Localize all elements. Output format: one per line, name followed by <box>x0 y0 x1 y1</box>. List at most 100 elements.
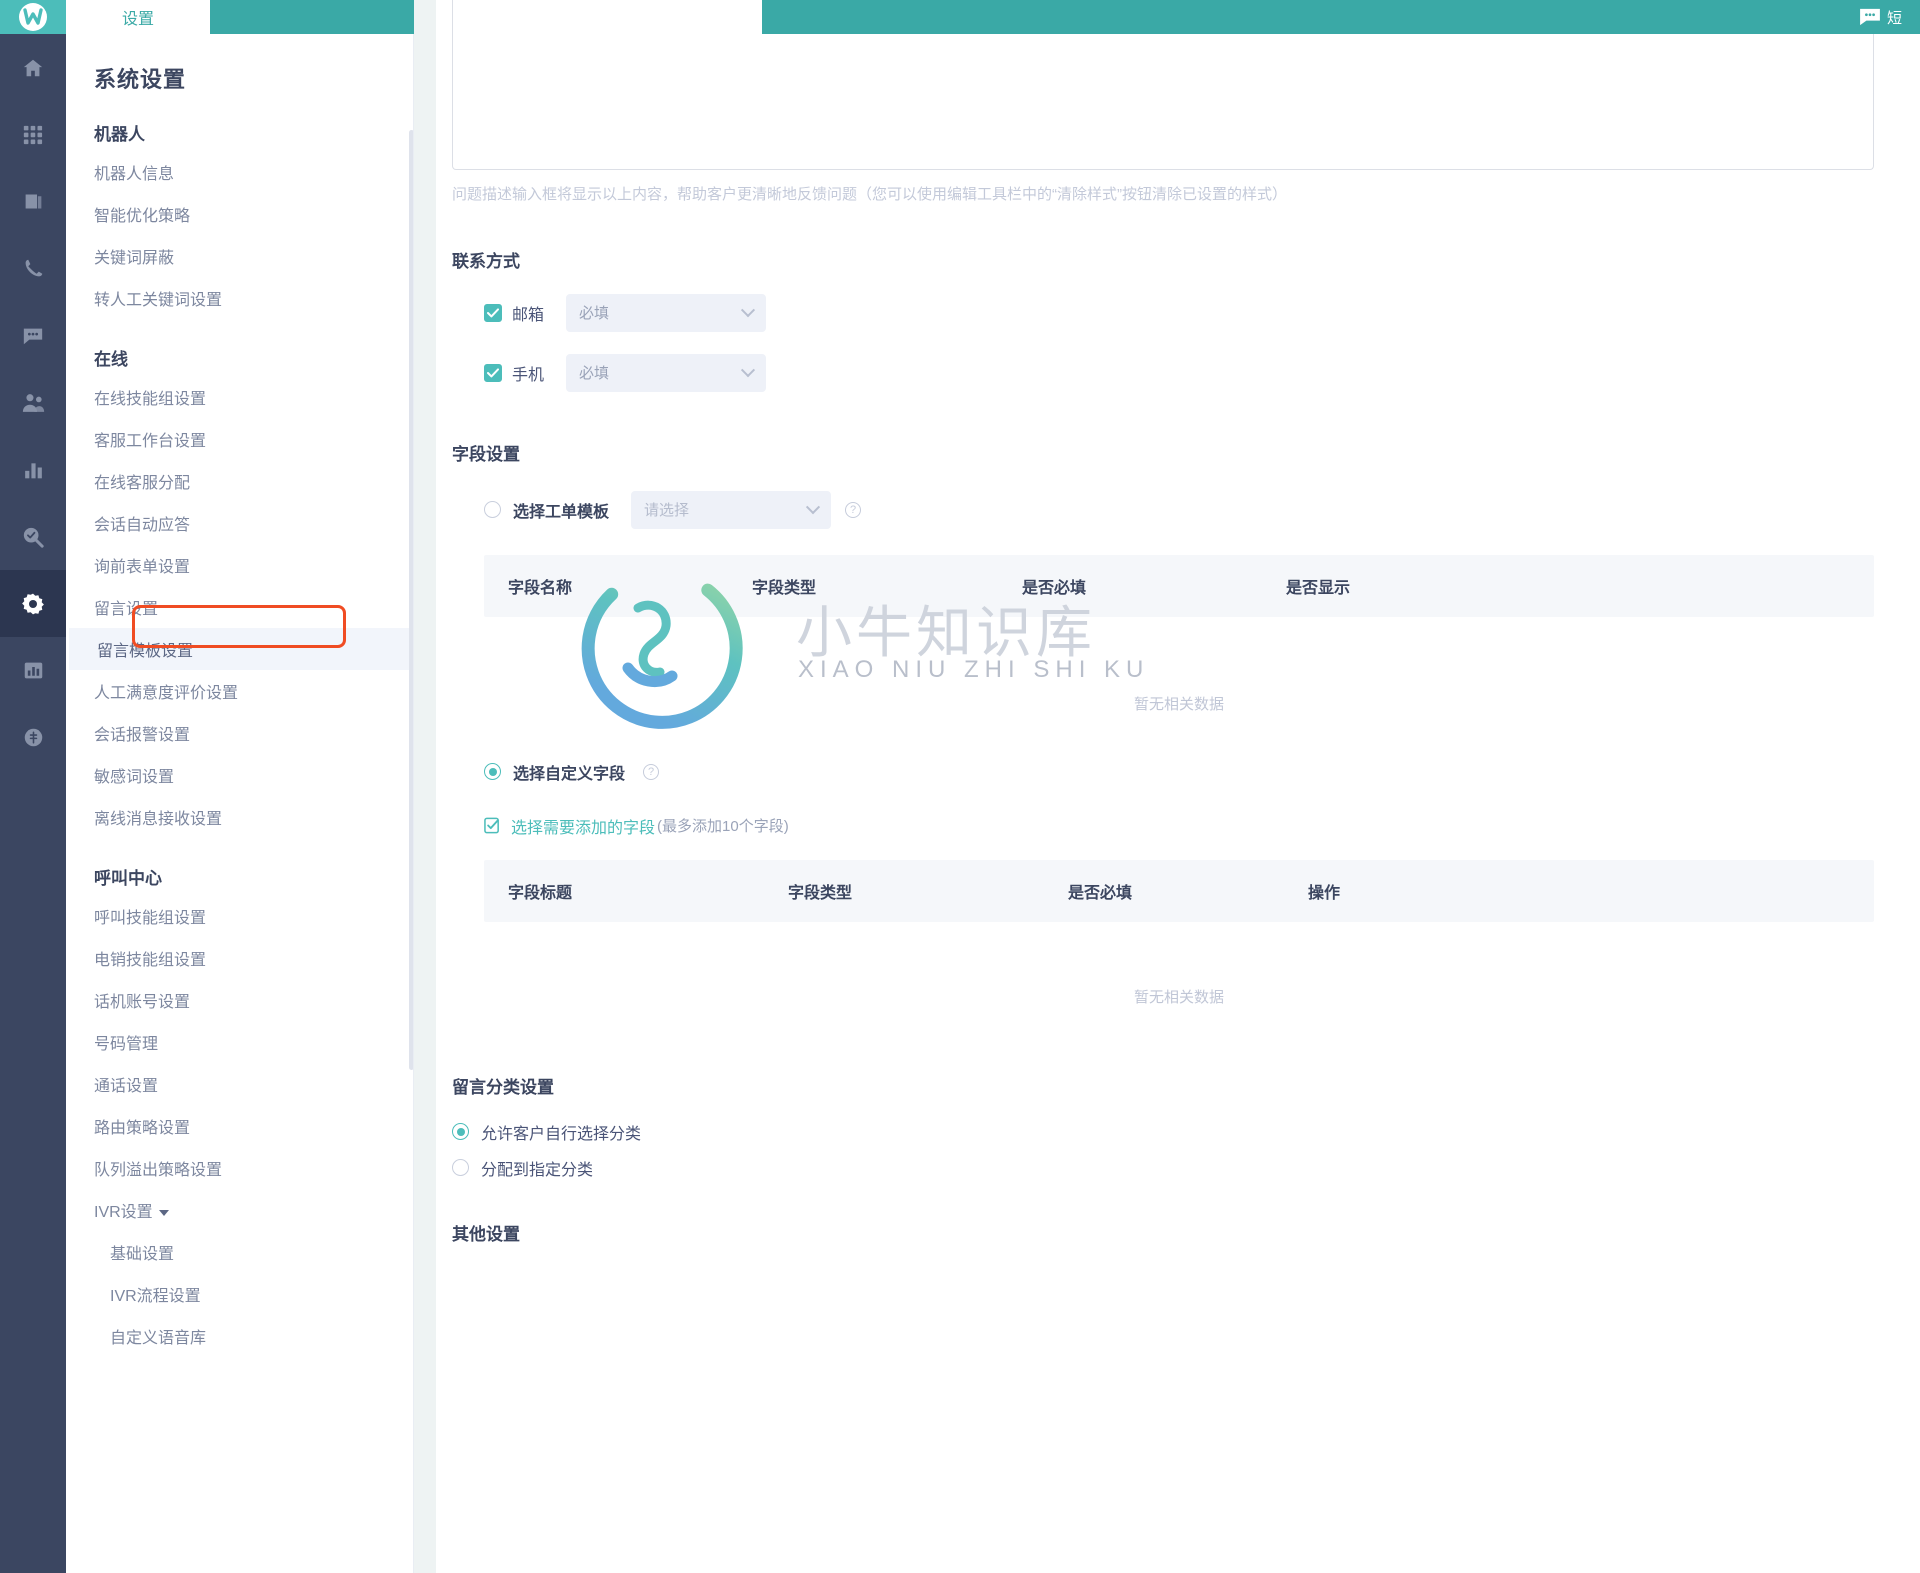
contact-row-email: 邮箱 必填 <box>484 293 1920 332</box>
rail-item-users[interactable] <box>0 369 66 436</box>
home-icon <box>22 57 44 79</box>
sidebar-item-sensitive-words[interactable]: 敏感词设置 <box>66 754 414 796</box>
rail-item-knowledge[interactable] <box>0 168 66 235</box>
rail-item-list <box>0 34 66 771</box>
column-header-required: 是否必填 <box>1022 579 1087 597</box>
sidebar-item-online-agent-assign[interactable]: 在线客服分配 <box>66 460 414 502</box>
add-fields-hint: (最多添加10个字段) <box>657 818 789 835</box>
other-settings-title: 其他设置 <box>452 1224 520 1244</box>
rail-item-call[interactable] <box>0 235 66 302</box>
sidebar-item-agent-workbench[interactable]: 客服工作台设置 <box>66 418 414 460</box>
form-content: 问题描述输入框将显示以上内容，帮助客户更清晰地反馈问题（您可以使用编辑工具栏中的… <box>436 0 1920 1245</box>
sidebar-item-phone-account[interactable]: 话机账号设置 <box>66 979 414 1021</box>
sidebar-item-smart-optimize[interactable]: 智能优化策略 <box>66 193 414 235</box>
page-title: 系统设置 <box>94 67 187 92</box>
category-radio-allow[interactable] <box>452 1123 469 1140</box>
custom-field-radio[interactable] <box>484 763 501 780</box>
sidebar-item-number-management[interactable]: 号码管理 <box>66 1021 414 1063</box>
question-mark-icon[interactable]: ? <box>643 763 660 780</box>
phone-checkbox[interactable] <box>484 363 502 382</box>
icon-rail <box>0 0 66 1573</box>
category-settings-title: 留言分类设置 <box>452 1077 554 1097</box>
rail-item-settings[interactable] <box>0 570 66 637</box>
rail-item-billing[interactable] <box>0 704 66 771</box>
chat-bubble-icon <box>1859 8 1881 26</box>
chevron-down-icon <box>158 1209 169 1216</box>
column-header-actions: 操作 <box>1308 884 1341 902</box>
question-mark-icon[interactable]: ? <box>845 501 862 518</box>
top-header-bar: 短 <box>762 0 1920 34</box>
users-icon <box>22 392 45 414</box>
phone-required-value: 必填 <box>579 365 610 382</box>
category-option-assign-specific[interactable]: 分配到指定分类 <box>452 1156 1920 1180</box>
sidebar-item-message-template-settings[interactable]: 留言模板设置 <box>66 628 414 670</box>
category-radio-assign[interactable] <box>452 1159 469 1176</box>
email-checkbox[interactable] <box>484 303 502 322</box>
sidebar-item-robot-info[interactable]: 机器人信息 <box>66 151 414 193</box>
phone-required-select[interactable]: 必填 <box>566 353 766 392</box>
nav-group-title-callcenter: 呼叫中心 <box>94 869 162 888</box>
sidebar-item-satisfaction-eval[interactable]: 人工满意度评价设置 <box>66 670 414 712</box>
tab-settings[interactable]: 设置 <box>66 0 210 34</box>
sidebar-item-offline-message[interactable]: 离线消息接收设置 <box>66 796 414 838</box>
category-option-allow-customer[interactable]: 允许客户自行选择分类 <box>452 1120 1920 1144</box>
column-header-field-title: 字段标题 <box>508 884 573 902</box>
sidebar-item-ivr-settings[interactable]: IVR设置 <box>66 1189 414 1231</box>
sidebar-item-auto-reply[interactable]: 会话自动应答 <box>66 502 414 544</box>
sidebar-item-call-skill-group[interactable]: 呼叫技能组设置 <box>66 895 414 937</box>
checklist-icon <box>484 817 501 834</box>
email-required-select[interactable]: 必填 <box>566 293 766 332</box>
rail-item-dashboard[interactable] <box>0 637 66 704</box>
coin-icon <box>23 727 44 748</box>
rail-item-apps[interactable] <box>0 101 66 168</box>
custom-fields-table: 字段标题 字段类型 是否必填 操作 暂无相关数据 <box>484 859 1874 1007</box>
nav-group-title-online: 在线 <box>94 350 128 369</box>
template-radio[interactable] <box>484 501 501 518</box>
column-header-field-name: 字段名称 <box>508 579 573 597</box>
add-fields-link[interactable]: 选择需要添加的字段 (最多添加10个字段) <box>484 814 1920 838</box>
custom-field-option-label: 选择自定义字段 <box>513 765 626 783</box>
app-root: 设置 系统设置 机器人 机器人信息 智能优化策略 关键词屏蔽 转人工关键词设置 … <box>0 0 1920 1573</box>
book-icon <box>23 191 44 212</box>
rail-item-home[interactable] <box>0 34 66 101</box>
column-header-required: 是否必填 <box>1068 884 1133 902</box>
apps-grid-icon <box>23 125 43 145</box>
email-required-value: 必填 <box>579 305 610 322</box>
sidebar-item-online-skill-group[interactable]: 在线技能组设置 <box>66 376 414 418</box>
chevron-down-icon <box>740 302 756 317</box>
sidebar-item-call-settings[interactable]: 通话设置 <box>66 1063 414 1105</box>
sidebar-item-pre-chat-form[interactable]: 询前表单设置 <box>66 544 414 586</box>
tab-bar: 设置 <box>66 0 414 34</box>
sidebar-item-keyword-block[interactable]: 关键词屏蔽 <box>66 235 414 277</box>
category-option-label: 允许客户自行选择分类 <box>481 1125 642 1143</box>
column-header-visible: 是否显示 <box>1286 579 1351 597</box>
nav-body: 系统设置 机器人 机器人信息 智能优化策略 关键词屏蔽 转人工关键词设置 在线 … <box>66 34 414 1573</box>
sidebar-item-label: IVR设置 <box>94 1204 153 1221</box>
sidebar-item-routing-strategy[interactable]: 路由策略设置 <box>66 1105 414 1147</box>
template-option-row: 选择工单模板 请选择 ? <box>484 490 1920 529</box>
category-option-label: 分配到指定分类 <box>481 1161 594 1179</box>
custom-field-option-row: 选择自定义字段 ? <box>484 760 1920 784</box>
field-settings-title: 字段设置 <box>452 444 520 464</box>
chevron-down-icon <box>805 499 821 514</box>
template-select[interactable]: 请选择 <box>631 490 832 529</box>
gear-icon <box>21 592 45 616</box>
bar-chart-icon <box>23 460 44 480</box>
rail-item-chat[interactable] <box>0 302 66 369</box>
sidebar-item-message-settings[interactable]: 留言设置 <box>66 586 414 628</box>
rail-item-reports[interactable] <box>0 436 66 503</box>
sidebar-item-telesales-skill-group[interactable]: 电销技能组设置 <box>66 937 414 979</box>
sidebar-item-transfer-keyword[interactable]: 转人工关键词设置 <box>66 277 414 319</box>
phone-icon <box>23 258 44 279</box>
sidebar-item-custom-voice[interactable]: 自定义语音库 <box>66 1315 414 1357</box>
sidebar-item-queue-overflow[interactable]: 队列溢出策略设置 <box>66 1147 414 1189</box>
sidebar-item-ivr-flow[interactable]: IVR流程设置 <box>66 1273 414 1315</box>
template-select-value: 请选择 <box>644 502 690 519</box>
rail-item-quality[interactable] <box>0 503 66 570</box>
sidebar-item-session-alarm[interactable]: 会话报警设置 <box>66 712 414 754</box>
template-table-empty-text: 暂无相关数据 <box>1133 695 1224 713</box>
messages-indicator[interactable]: 短 <box>1859 7 1902 28</box>
template-fields-table: 字段名称 字段类型 是否必填 是否显示 暂无相关数据 <box>484 554 1874 714</box>
main-content-area: 问题描述输入框将显示以上内容，帮助客户更清晰地反馈问题（您可以使用编辑工具栏中的… <box>414 0 1920 1573</box>
sidebar-item-ivr-basic[interactable]: 基础设置 <box>66 1231 414 1273</box>
